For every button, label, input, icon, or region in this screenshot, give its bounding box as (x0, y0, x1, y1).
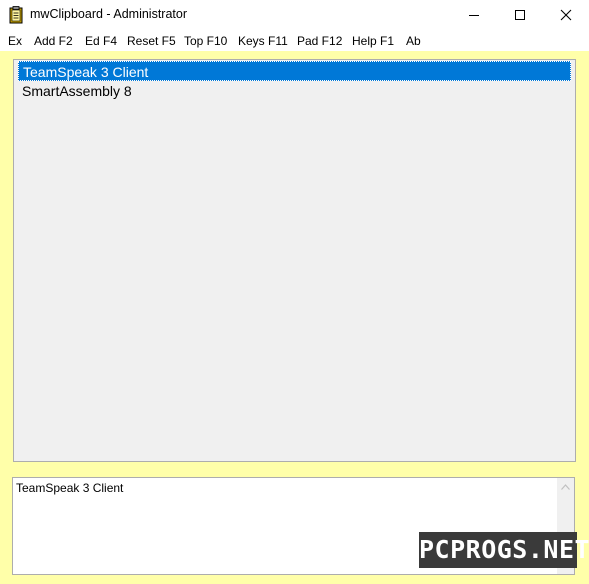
clipboard-app-icon (9, 6, 23, 24)
menu-edit[interactable]: Ed F4 (85, 34, 117, 48)
scroll-up-icon[interactable] (561, 484, 570, 490)
list-item-label: SmartAssembly 8 (22, 83, 132, 99)
menu-bar: Ex Add F2 Ed F4 Reset F5 Top F10 Keys F1… (0, 31, 589, 51)
watermark-text: PCPROGS.NET (419, 535, 589, 564)
list-item[interactable]: TeamSpeak 3 Client (18, 61, 571, 81)
menu-top[interactable]: Top F10 (184, 34, 227, 48)
watermark-badge: PCPROGS.NET (419, 532, 589, 568)
menu-help[interactable]: Help F1 (352, 34, 394, 48)
close-button[interactable] (543, 0, 589, 31)
clip-list[interactable]: TeamSpeak 3 Client SmartAssembly 8 (13, 59, 576, 462)
menu-reset[interactable]: Reset F5 (127, 34, 176, 48)
menu-add[interactable]: Add F2 (34, 34, 73, 48)
title-bar[interactable]: mwClipboard - Administrator (0, 0, 589, 31)
menu-exit[interactable]: Ex (8, 34, 22, 48)
clip-preview-text: TeamSpeak 3 Client (16, 481, 124, 495)
menu-pad[interactable]: Pad F12 (297, 34, 342, 48)
minimize-button[interactable] (451, 0, 497, 31)
list-item-label: TeamSpeak 3 Client (23, 64, 149, 80)
list-item[interactable]: SmartAssembly 8 (18, 81, 571, 101)
menu-about[interactable]: Ab (406, 34, 421, 48)
menu-keys[interactable]: Keys F11 (238, 34, 288, 48)
maximize-icon (515, 10, 525, 20)
close-icon (560, 9, 572, 21)
maximize-button[interactable] (497, 0, 543, 31)
minimize-icon (469, 15, 479, 16)
window-title: mwClipboard - Administrator (30, 7, 187, 21)
